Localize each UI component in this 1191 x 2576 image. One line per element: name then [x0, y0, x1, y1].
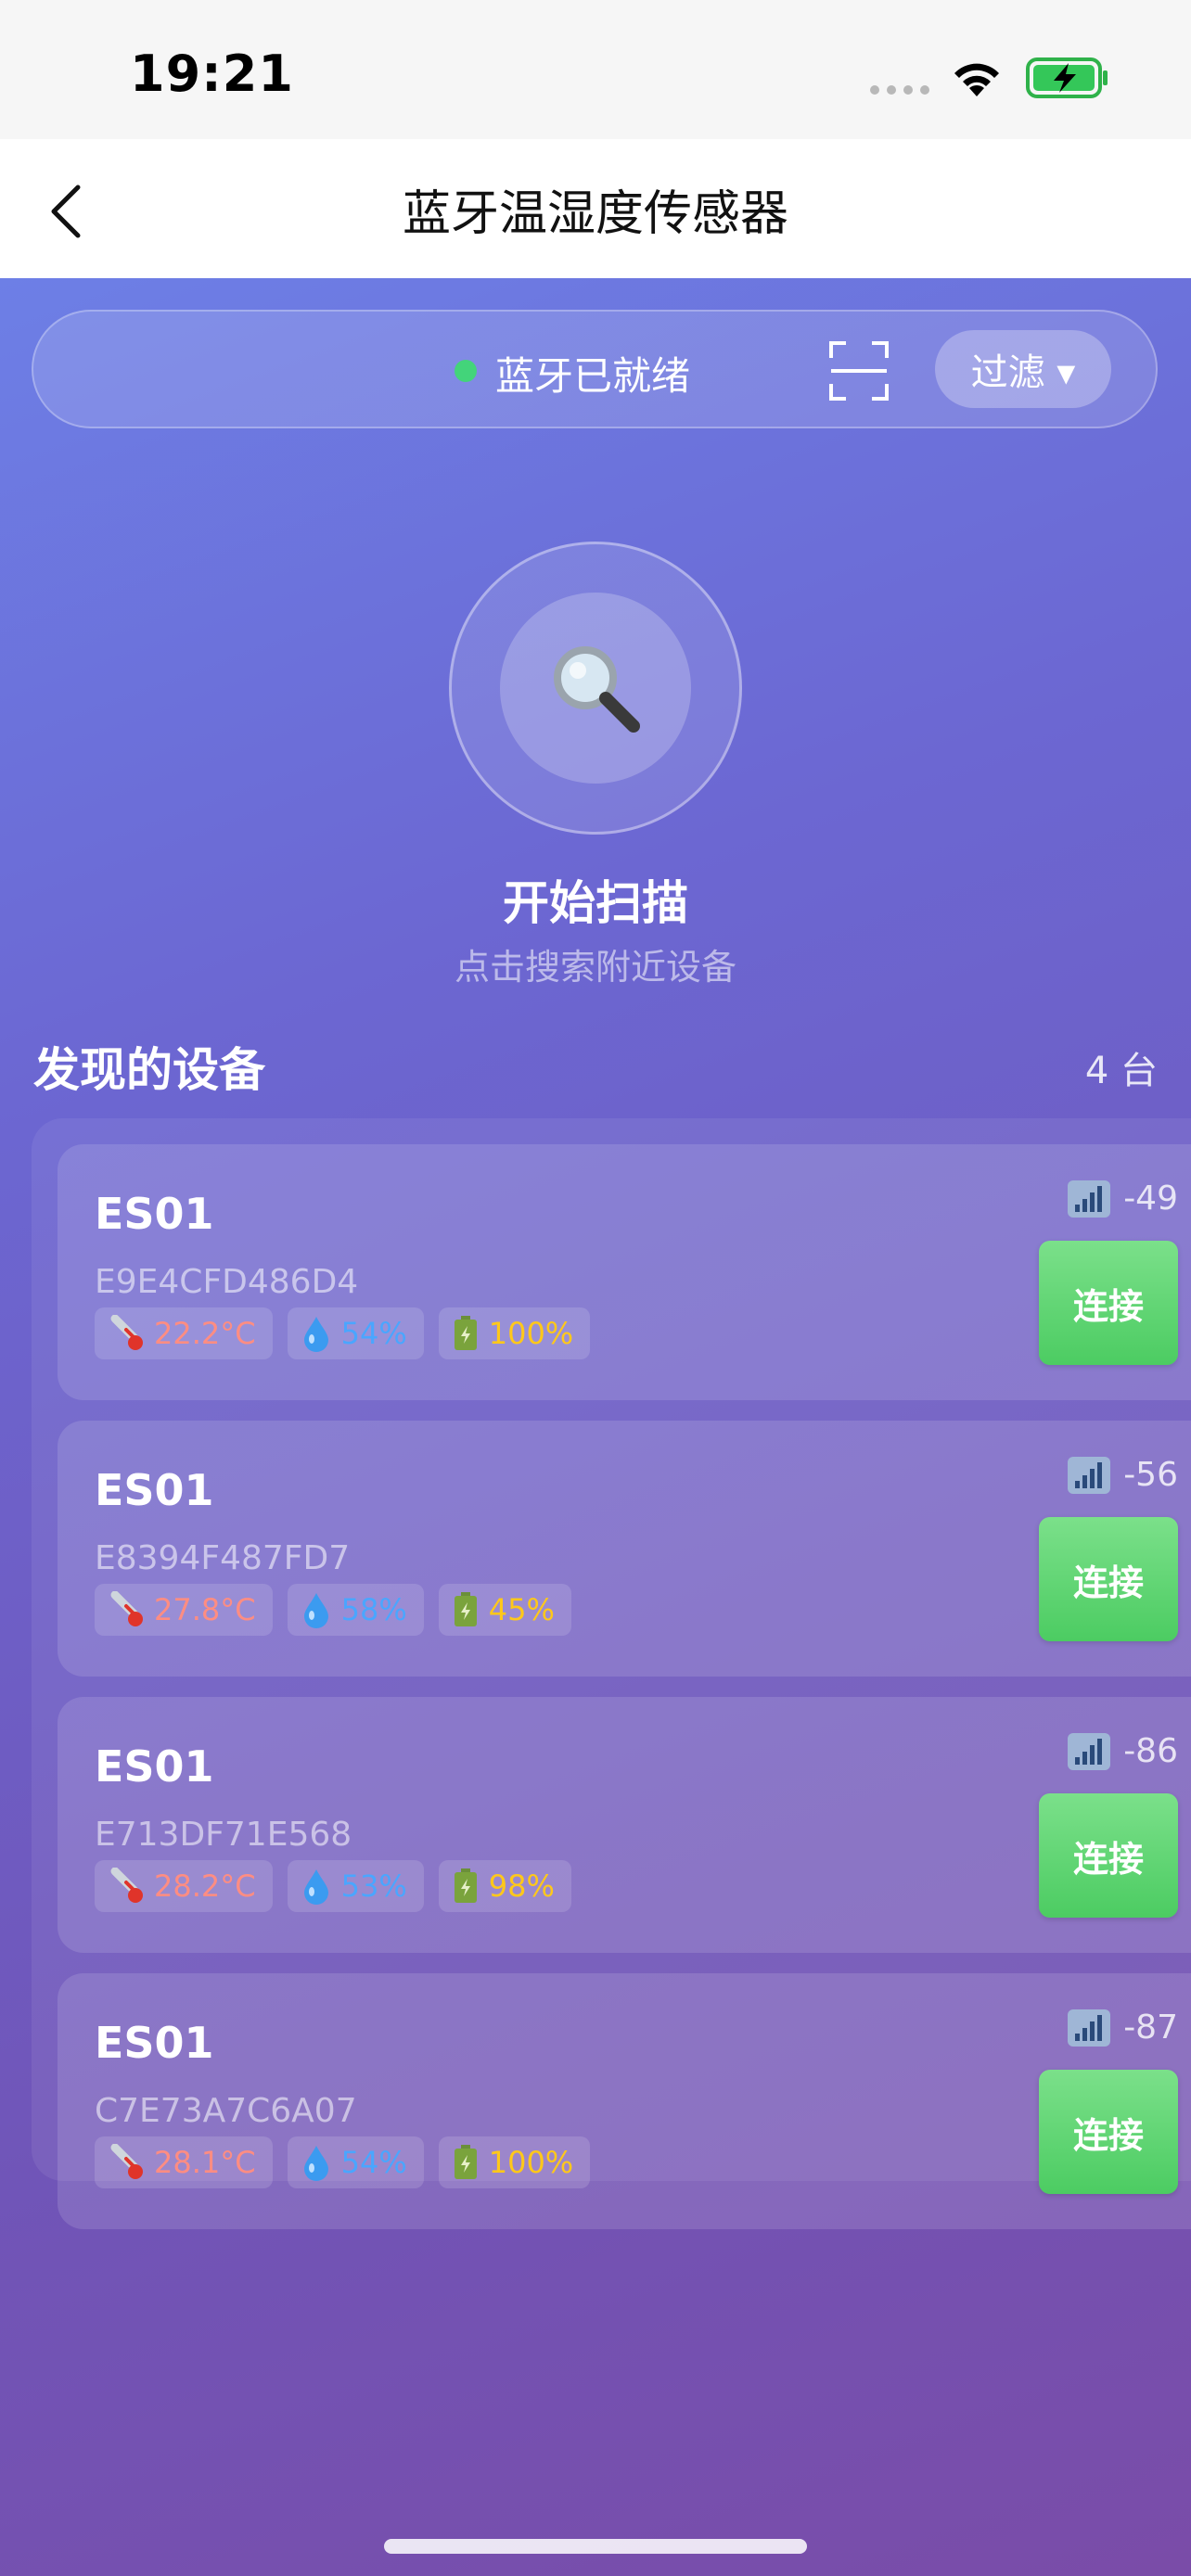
- home-indicator[interactable]: [384, 2539, 807, 2554]
- droplet-icon: [303, 1593, 328, 1628]
- status-time: 19:21: [130, 45, 294, 103]
- thermometer-icon: [110, 1315, 143, 1350]
- temperature-value: 28.2°C: [154, 1868, 256, 1904]
- temperature-value: 22.2°C: [154, 1316, 256, 1351]
- battery-chip: 45%: [438, 1584, 571, 1636]
- cellular-signal-icon: [870, 85, 929, 95]
- battery-value: 45%: [488, 1592, 555, 1627]
- thermometer-icon: [110, 2144, 143, 2179]
- device-card[interactable]: ES01 E713DF71E568 28.2°C 53% 98% -86 连接: [58, 1697, 1191, 1953]
- signal-bars-icon: [1068, 1732, 1111, 1770]
- bluetooth-status-dot: [455, 360, 477, 382]
- device-mac: E9E4CFD486D4: [95, 1263, 359, 1301]
- signal-strength: -49: [1068, 1180, 1178, 1218]
- start-scan-button[interactable]: [449, 542, 742, 835]
- temperature-chip: 27.8°C: [95, 1584, 273, 1636]
- battery-chip: 100%: [438, 1307, 591, 1359]
- device-list: ES01 E9E4CFD486D4 22.2°C 54% 100% -49 连接…: [32, 1118, 1191, 2229]
- humidity-value: 54%: [340, 2145, 407, 2180]
- signal-strength: -86: [1068, 1732, 1178, 1770]
- device-card[interactable]: ES01 E8394F487FD7 27.8°C 58% 45% -56 连接: [58, 1421, 1191, 1677]
- connect-button[interactable]: 连接: [1039, 1517, 1178, 1641]
- navigation-bar: 蓝牙温湿度传感器: [0, 139, 1191, 278]
- battery-chip: 98%: [438, 1860, 571, 1912]
- device-name: ES01: [95, 1189, 214, 1239]
- connect-button[interactable]: 连接: [1039, 1793, 1178, 1918]
- rssi-value: -56: [1123, 1456, 1178, 1494]
- scan-subtitle: 点击搜索附近设备: [454, 947, 736, 988]
- signal-strength: -56: [1068, 1456, 1178, 1494]
- device-readings: 22.2°C 54% 100%: [95, 1307, 591, 1359]
- scan-title: 开始扫描: [503, 876, 688, 930]
- devices-heading: 发现的设备: [33, 1043, 265, 1097]
- droplet-icon: [303, 1317, 328, 1352]
- connect-button[interactable]: 连接: [1039, 2070, 1178, 2194]
- rssi-value: -49: [1123, 1180, 1178, 1218]
- status-bar: 19:21: [0, 0, 1191, 139]
- battery-icon: [454, 1316, 477, 1350]
- magnifier-icon: [554, 646, 640, 733]
- devices-count: 4 台: [1084, 1050, 1158, 1092]
- droplet-icon: [303, 2146, 328, 2181]
- humidity-chip: 58%: [287, 1584, 424, 1636]
- bluetooth-status-text: 蓝牙已就绪: [495, 353, 691, 399]
- battery-icon: [454, 2145, 477, 2179]
- droplet-icon: [303, 1869, 328, 1905]
- humidity-chip: 54%: [287, 2136, 424, 2188]
- device-name: ES01: [95, 1741, 214, 1792]
- device-readings: 27.8°C 58% 45%: [95, 1584, 571, 1636]
- humidity-chip: 54%: [287, 1307, 424, 1359]
- device-readings: 28.2°C 53% 98%: [95, 1860, 571, 1912]
- battery-chip: 100%: [438, 2136, 591, 2188]
- battery-value: 98%: [488, 1868, 555, 1904]
- signal-strength: -87: [1068, 2009, 1178, 2047]
- battery-icon: [454, 1868, 477, 1903]
- signal-bars-icon: [1068, 2009, 1111, 2047]
- temperature-chip: 28.1°C: [95, 2136, 273, 2188]
- device-mac: C7E73A7C6A07: [95, 2092, 357, 2130]
- battery-icon: [454, 1592, 477, 1626]
- thermometer-icon: [110, 1591, 143, 1626]
- device-mac: E713DF71E568: [95, 1816, 352, 1854]
- scan-frame-icon[interactable]: [827, 339, 890, 402]
- temperature-chip: 28.2°C: [95, 1860, 273, 1912]
- filter-button[interactable]: 过滤 ▾: [935, 330, 1111, 408]
- device-mac: E8394F487FD7: [95, 1539, 351, 1577]
- device-name: ES01: [95, 2018, 214, 2068]
- thermometer-icon: [110, 1868, 143, 1903]
- battery-value: 100%: [488, 2145, 574, 2180]
- temperature-chip: 22.2°C: [95, 1307, 273, 1359]
- humidity-chip: 53%: [287, 1860, 424, 1912]
- scan-button-inner: [500, 593, 691, 784]
- device-name: ES01: [95, 1465, 214, 1515]
- battery-value: 100%: [488, 1316, 574, 1351]
- page-title: 蓝牙温湿度传感器: [402, 186, 788, 242]
- temperature-value: 27.8°C: [154, 1592, 256, 1627]
- connect-button[interactable]: 连接: [1039, 1241, 1178, 1365]
- rssi-value: -86: [1123, 1732, 1178, 1770]
- wifi-icon: [954, 63, 999, 96]
- device-card[interactable]: ES01 C7E73A7C6A07 28.1°C 54% 100% -87 连接: [58, 1973, 1191, 2229]
- main-content: 蓝牙已就绪 过滤 ▾ 开始扫描 点击搜索附近设备 发现的设备 4 台 ES01 …: [0, 278, 1191, 2576]
- humidity-value: 53%: [340, 1868, 407, 1904]
- bluetooth-toolbar: 蓝牙已就绪 过滤 ▾: [32, 310, 1158, 428]
- signal-bars-icon: [1068, 1456, 1111, 1494]
- rssi-value: -87: [1123, 2009, 1178, 2047]
- humidity-value: 58%: [340, 1592, 407, 1627]
- temperature-value: 28.1°C: [154, 2145, 256, 2180]
- humidity-value: 54%: [340, 1316, 407, 1351]
- signal-bars-icon: [1068, 1180, 1111, 1218]
- device-card[interactable]: ES01 E9E4CFD486D4 22.2°C 54% 100% -49 连接: [58, 1144, 1191, 1400]
- battery-charging-icon: [1026, 57, 1108, 98]
- device-readings: 28.1°C 54% 100%: [95, 2136, 591, 2188]
